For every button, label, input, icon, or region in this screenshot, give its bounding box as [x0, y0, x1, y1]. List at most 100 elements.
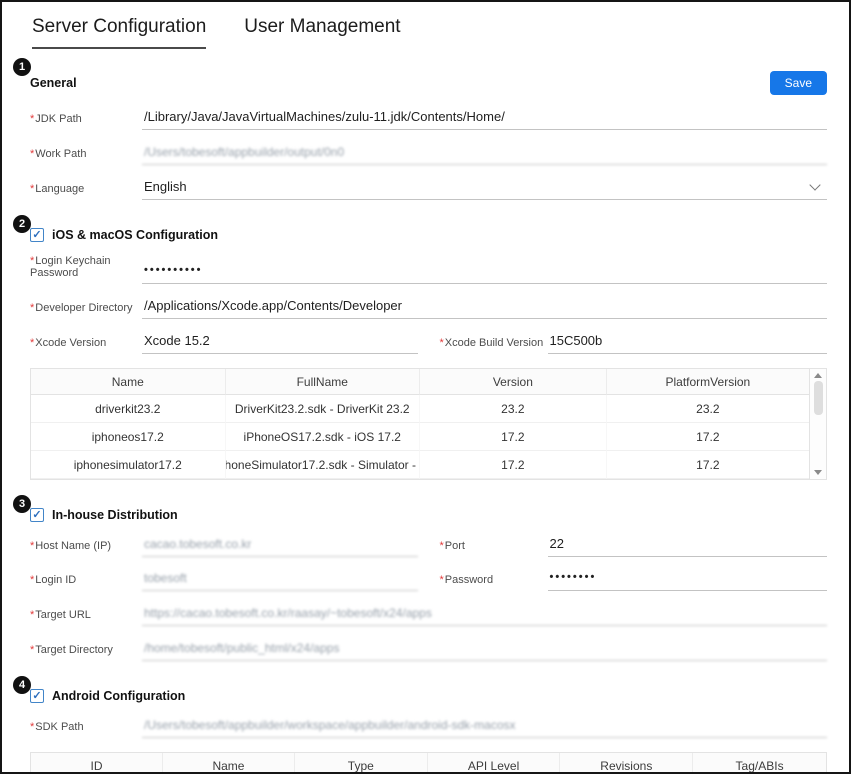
login-password-row: *Login ID tobesoft *Password •••••••• — [30, 570, 827, 591]
cell-name: driverkit23.2 — [31, 395, 226, 423]
table-row[interactable]: iphonesimulator17.2 iPhoneSimulator17.2.… — [31, 451, 809, 479]
keychain-password-row: *Login Keychain Password •••••••••• — [30, 255, 827, 284]
required-marker: * — [30, 644, 34, 656]
cell-version: 17.2 — [420, 451, 607, 479]
target-directory-row: *Target Directory /home/tobesoft/public_… — [30, 639, 827, 661]
section-title-ios-macos: iOS & macOS Configuration — [52, 228, 218, 242]
xcode-build-version-input[interactable]: 15C500b — [548, 332, 828, 354]
section-inhouse-distribution: 3 In-house Distribution *Host Name (IP) … — [30, 508, 827, 661]
required-marker: * — [440, 574, 444, 586]
vertical-scrollbar[interactable] — [809, 369, 826, 479]
required-marker: * — [30, 183, 34, 195]
language-label: *Language — [30, 183, 142, 200]
language-row: *Language English — [30, 178, 827, 200]
required-marker: * — [440, 540, 444, 552]
settings-content: 1 General Save *JDK Path /Library/Java/J… — [2, 71, 849, 774]
ios-sdk-table-header: Name FullName Version PlatformVersion — [31, 369, 809, 395]
target-directory-input[interactable]: /home/tobesoft/public_html/x24/apps — [142, 640, 827, 661]
target-url-input[interactable]: https://cacao.tobesoft.co.kr/raasay/~tob… — [142, 605, 827, 626]
work-path-label: *Work Path — [30, 148, 142, 165]
language-selected-value: English — [144, 179, 187, 194]
required-marker: * — [30, 255, 34, 267]
target-directory-label: *Target Directory — [30, 644, 142, 661]
scroll-down-icon[interactable] — [814, 470, 822, 475]
column-header-type: Type — [295, 753, 428, 774]
cell-fullname: DriverKit23.2.sdk - DriverKit 23.2 — [226, 395, 421, 423]
tab-server-configuration[interactable]: Server Configuration — [32, 16, 206, 49]
section-title-general: General — [30, 76, 77, 90]
required-marker: * — [30, 540, 34, 552]
tab-user-management[interactable]: User Management — [244, 16, 400, 49]
jdk-path-row: *JDK Path /Library/Java/JavaVirtualMachi… — [30, 108, 827, 130]
ios-macos-checkbox[interactable] — [30, 228, 44, 242]
column-header-revisions: Revisions — [560, 753, 693, 774]
column-header-id: ID — [31, 753, 163, 774]
sdk-path-label: *SDK Path — [30, 721, 142, 738]
required-marker: * — [30, 721, 34, 733]
host-name-label: *Host Name (IP) — [30, 540, 142, 557]
login-id-input[interactable]: tobesoft — [142, 570, 418, 591]
required-marker: * — [30, 609, 34, 621]
developer-directory-input[interactable]: /Applications/Xcode.app/Contents/Develop… — [142, 297, 827, 319]
cell-platformversion: 17.2 — [607, 451, 809, 479]
android-configuration-checkbox[interactable] — [30, 689, 44, 703]
column-header-platformversion: PlatformVersion — [607, 369, 809, 395]
column-header-name: Name — [31, 369, 226, 395]
jdk-path-label: *JDK Path — [30, 113, 142, 130]
password-label: *Password — [440, 574, 548, 591]
column-header-version: Version — [420, 369, 607, 395]
required-marker: * — [30, 302, 34, 314]
section-title-android: Android Configuration — [52, 689, 185, 703]
target-url-label: *Target URL — [30, 609, 142, 626]
required-marker: * — [30, 113, 34, 125]
keychain-password-input[interactable]: •••••••••• — [142, 263, 827, 284]
table-row[interactable]: iphoneos17.2 iPhoneOS17.2.sdk - iOS 17.2… — [31, 423, 809, 451]
column-header-name: Name — [163, 753, 295, 774]
target-url-row: *Target URL https://cacao.tobesoft.co.kr… — [30, 604, 827, 626]
step-4-badge: 4 — [13, 676, 31, 694]
xcode-version-input[interactable]: Xcode 15.2 — [142, 332, 418, 354]
column-header-tag-abis: Tag/ABIs — [693, 753, 826, 774]
cell-version: 17.2 — [420, 423, 607, 451]
port-label: *Port — [440, 540, 548, 557]
xcode-version-label: *Xcode Version — [30, 337, 142, 354]
step-2-badge: 2 — [13, 215, 31, 233]
ios-sdk-table: Name FullName Version PlatformVersion dr… — [30, 368, 827, 480]
section-title-inhouse: In-house Distribution — [52, 508, 178, 522]
required-marker: * — [30, 337, 34, 349]
sdk-path-row: *SDK Path /Users/tobesoft/appbuilder/wor… — [30, 716, 827, 738]
step-3-badge: 3 — [13, 495, 31, 513]
host-name-input[interactable]: cacao.tobesoft.co.kr — [142, 536, 418, 557]
cell-fullname: iPhoneOS17.2.sdk - iOS 17.2 — [226, 423, 421, 451]
tab-bar: Server Configuration User Management — [2, 2, 849, 49]
language-select[interactable]: English — [142, 178, 827, 200]
section-general: 1 General Save *JDK Path /Library/Java/J… — [30, 71, 827, 200]
sdk-path-input[interactable]: /Users/tobesoft/appbuilder/workspace/app… — [142, 717, 827, 738]
cell-name: iphonesimulator17.2 — [31, 451, 226, 479]
port-input[interactable]: 22 — [548, 535, 828, 557]
work-path-input[interactable]: /Users/tobesoft/appbuilder/output/0n0 — [142, 144, 827, 165]
step-1-badge: 1 — [13, 58, 31, 76]
password-input[interactable]: •••••••• — [548, 570, 828, 591]
server-config-window: Server Configuration User Management 1 G… — [0, 0, 851, 774]
save-button[interactable]: Save — [770, 71, 827, 95]
required-marker: * — [30, 148, 34, 160]
xcode-build-version-label: *Xcode Build Version — [440, 337, 548, 354]
android-sdk-table-header: ID Name Type API Level Revisions Tag/ABI… — [31, 753, 826, 774]
column-header-api-level: API Level — [428, 753, 561, 774]
scrollbar-thumb[interactable] — [814, 381, 823, 415]
keychain-password-label: *Login Keychain Password — [30, 255, 142, 284]
xcode-version-row: *Xcode Version Xcode 15.2 *Xcode Build V… — [30, 332, 827, 354]
required-marker: * — [440, 337, 444, 349]
cell-version: 23.2 — [420, 395, 607, 423]
developer-directory-label: *Developer Directory — [30, 302, 142, 319]
cell-platformversion: 23.2 — [607, 395, 809, 423]
login-id-label: *Login ID — [30, 574, 142, 591]
inhouse-distribution-checkbox[interactable] — [30, 508, 44, 522]
jdk-path-input[interactable]: /Library/Java/JavaVirtualMachines/zulu-1… — [142, 108, 827, 130]
required-marker: * — [30, 574, 34, 586]
table-row[interactable]: driverkit23.2 DriverKit23.2.sdk - Driver… — [31, 395, 809, 423]
work-path-row: *Work Path /Users/tobesoft/appbuilder/ou… — [30, 143, 827, 165]
cell-name: iphoneos17.2 — [31, 423, 226, 451]
scroll-up-icon[interactable] — [814, 373, 822, 378]
